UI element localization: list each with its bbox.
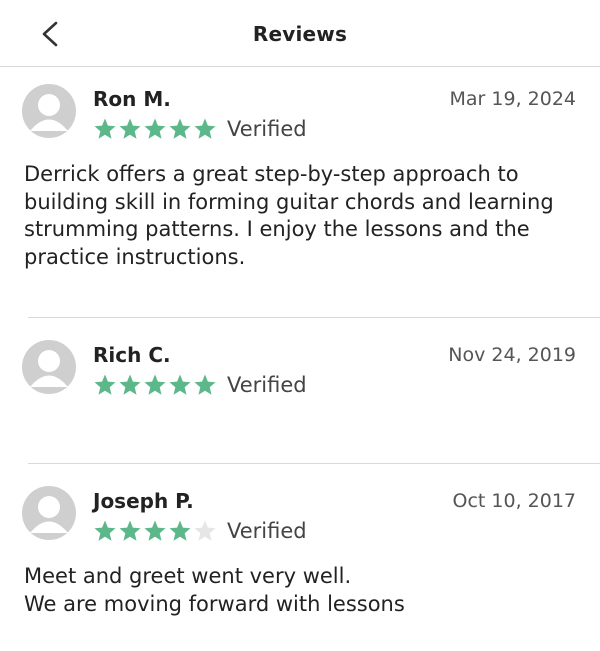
star-filled-icon (94, 118, 116, 139)
divider (28, 317, 600, 318)
star-filled-icon (94, 374, 116, 395)
reviewer-name: Rich C. (93, 343, 171, 367)
star-filled-icon (144, 118, 166, 139)
reviewer-name: Joseph P. (93, 489, 194, 513)
star-rating: Verified (93, 117, 307, 141)
page-title: Reviews (252, 22, 348, 46)
star-filled-icon (144, 374, 166, 395)
verified-label: Verified (227, 519, 307, 543)
star-empty-icon (194, 520, 216, 541)
stars (93, 117, 217, 141)
star-filled-icon (169, 374, 191, 395)
avatar-icon (22, 486, 76, 540)
star-rating: Verified (93, 373, 307, 397)
review-date: Oct 10, 2017 (452, 490, 577, 512)
star-filled-icon (169, 520, 191, 541)
star-filled-icon (144, 520, 166, 541)
review-text: Meet and greet went very well. We are mo… (24, 564, 405, 616)
verified-label: Verified (227, 373, 307, 397)
stars (93, 519, 217, 543)
star-filled-icon (94, 520, 116, 541)
star-filled-icon (194, 118, 216, 139)
review-text: Derrick offers a great step-by-step appr… (24, 162, 554, 269)
header-bar: Reviews (0, 0, 600, 67)
star-filled-icon (194, 374, 216, 395)
divider (28, 463, 600, 464)
star-filled-icon (119, 520, 141, 541)
star-filled-icon (119, 374, 141, 395)
verified-label: Verified (227, 117, 307, 141)
review-date: Nov 24, 2019 (448, 344, 576, 366)
reviewer-name: Ron M. (93, 87, 171, 111)
star-filled-icon (119, 118, 141, 139)
avatar-icon (22, 84, 76, 138)
review-date: Mar 19, 2024 (449, 88, 577, 110)
avatar-icon (22, 340, 76, 394)
stars (93, 373, 217, 397)
star-filled-icon (169, 118, 191, 139)
star-rating: Verified (93, 519, 307, 543)
